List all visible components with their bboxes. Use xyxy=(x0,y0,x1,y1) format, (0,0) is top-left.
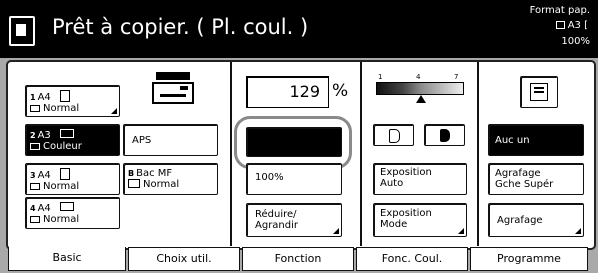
paper-type: Normal xyxy=(43,214,80,225)
zoom-value-box: 129 xyxy=(246,76,329,108)
tab-basic[interactable]: Basic xyxy=(8,247,126,271)
reduce-enlarge-button[interactable]: Réduire/ Agrandir xyxy=(246,203,342,237)
divider xyxy=(230,62,232,246)
tray-number: 4 xyxy=(30,204,36,213)
exposure-darker-button[interactable] xyxy=(424,124,465,146)
button-label-line-1: Réduire/ xyxy=(255,209,297,220)
button-label-line-2: Auto xyxy=(380,178,404,189)
aps-button[interactable]: APS xyxy=(123,124,218,156)
zoom-unit: % xyxy=(332,81,349,101)
button-label-line-2: Agrandir xyxy=(255,220,299,231)
status-title: Prêt à copier. ( Pl. coul. ) xyxy=(52,15,309,39)
document-icon xyxy=(9,16,35,46)
button-label-line-2: Mode xyxy=(380,219,408,230)
paper-size: A4 xyxy=(37,203,51,214)
tray-number: B xyxy=(128,169,135,178)
paper-type: Normal xyxy=(43,181,80,192)
portrait-icon xyxy=(59,90,70,102)
document-icon xyxy=(530,83,548,101)
lighter-icon xyxy=(389,129,400,143)
zoom-100-button[interactable]: 100% xyxy=(246,163,342,195)
tray-icon xyxy=(30,105,40,112)
paper-tray-1-button[interactable]: 1 A4 Normal xyxy=(25,85,120,117)
button-label-line-1: Agrafage xyxy=(495,168,541,179)
paper-type: Normal xyxy=(143,179,180,190)
tray-icon xyxy=(30,183,40,190)
button-label-line-1: Exposition xyxy=(380,208,432,219)
landscape-icon xyxy=(59,129,74,138)
portrait-icon xyxy=(59,168,70,180)
bypass-tray-button[interactable]: B Bac MF Normal xyxy=(123,163,218,195)
zoom-readout: 100% xyxy=(561,36,590,47)
button-label-line-2: Gche Supér xyxy=(495,179,554,190)
exposure-scale: 1 4 7 xyxy=(372,72,468,108)
tray-icon xyxy=(555,21,565,29)
paper-tray-2-button[interactable]: 2 A3 Couleur xyxy=(25,124,120,156)
zoom-value: 129 xyxy=(289,82,320,101)
tab-fonc-coul[interactable]: Fonc. Coul. xyxy=(356,247,468,271)
paper-type: Normal xyxy=(43,103,80,114)
landscape-icon xyxy=(59,202,74,211)
zoom-selected-button[interactable] xyxy=(246,127,342,157)
paper-format-label: Format pap. xyxy=(529,5,590,16)
paper-size: A3 xyxy=(37,130,51,141)
bypass-tray-icon xyxy=(128,179,140,188)
paper-tray-3-button[interactable]: 3 A4 Normal xyxy=(25,163,120,195)
tray-number: 3 xyxy=(30,171,36,180)
darker-icon xyxy=(440,129,450,142)
staple-button[interactable]: Agrafage xyxy=(488,203,584,237)
document-settings-button[interactable] xyxy=(520,76,558,108)
exposure-mode-button[interactable]: Exposition Mode xyxy=(373,203,467,237)
tab-programme[interactable]: Programme xyxy=(470,247,588,271)
staple-left-top-button[interactable]: Agrafage Gche Supér xyxy=(488,163,584,195)
bypass-label: Bac MF xyxy=(136,168,173,179)
divider xyxy=(477,62,479,246)
exposure-pointer-icon xyxy=(416,95,426,103)
exposure-auto-button[interactable]: Exposition Auto xyxy=(373,163,467,195)
tray-icon xyxy=(30,216,40,223)
tab-fonction[interactable]: Fonction xyxy=(242,247,354,271)
tray-icon xyxy=(30,143,40,150)
button-label-line-1: Exposition xyxy=(380,167,432,178)
button-label: Agrafage xyxy=(497,215,543,226)
tray-number: 1 xyxy=(30,93,36,102)
copier-icon xyxy=(150,72,198,110)
paper-type: Couleur xyxy=(43,141,82,152)
tab-choix-util[interactable]: Choix util. xyxy=(128,247,240,271)
paper-size: A4 xyxy=(37,170,51,181)
divider xyxy=(360,62,362,246)
staple-none-button[interactable]: Auc un xyxy=(488,124,584,156)
paper-tray-4-button[interactable]: 4 A4 Normal xyxy=(25,197,120,229)
tray-number: 2 xyxy=(30,131,36,140)
paper-format-size: A3 [ xyxy=(555,20,588,31)
paper-size: A4 xyxy=(37,92,51,103)
exposure-lighter-button[interactable] xyxy=(373,124,414,146)
